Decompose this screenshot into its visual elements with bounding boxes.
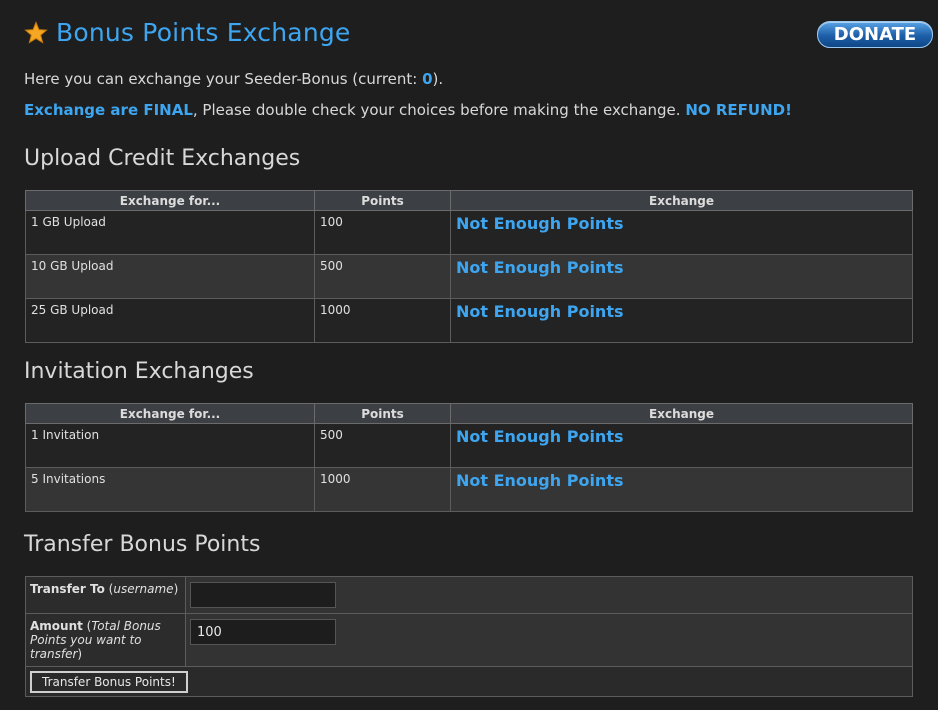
exchange-status: Not Enough Points [450,467,913,512]
column-header: Exchange for... [25,403,315,424]
upload-exchange-table: Exchange for... Points Exchange 1 GB Upl… [25,190,913,343]
invitation-exchange-table: Exchange for... Points Exchange 1 Invita… [25,403,913,512]
transfer-button[interactable]: Transfer Bonus Points! [30,671,188,693]
exchange-status: Not Enough Points [450,423,913,468]
exchange-points: 100 [314,210,451,255]
amount-label: Amount (Total Bonus Points you want to t… [25,613,186,667]
column-header: Exchange [450,190,913,211]
table-row: 1 Invitation 500 Not Enough Points [25,423,913,468]
page-header: Bonus Points Exchange [24,18,351,47]
exchange-item: 5 Invitations [25,467,315,512]
column-header: Exchange for... [25,190,315,211]
exchange-points: 1000 [314,467,451,512]
transfer-form: Transfer To (username) Amount (Total Bon… [25,576,913,697]
transfer-to-label: Transfer To (username) [25,576,186,614]
invite-section-title: Invitation Exchanges [24,359,254,384]
star-icon [24,20,48,44]
final-warning: Exchange are FINAL, Please double check … [24,101,792,119]
table-row: 1 GB Upload 100 Not Enough Points [25,210,913,255]
exchange-status: Not Enough Points [450,210,913,255]
table-row: 5 Invitations 1000 Not Enough Points [25,467,913,512]
exchange-item: 25 GB Upload [25,298,315,343]
exchange-points: 1000 [314,298,451,343]
exchange-item: 1 Invitation [25,423,315,468]
upload-section-title: Upload Credit Exchanges [24,146,301,171]
table-row: 10 GB Upload 500 Not Enough Points [25,254,913,299]
exchange-item: 10 GB Upload [25,254,315,299]
table-row: 25 GB Upload 1000 Not Enough Points [25,298,913,343]
page-title: Bonus Points Exchange [56,18,351,47]
column-header: Points [314,403,451,424]
transfer-username-input[interactable] [190,582,336,608]
current-bonus-text: Here you can exchange your Seeder-Bonus … [24,70,444,88]
amount-input[interactable]: 100 [190,619,336,645]
exchange-status: Not Enough Points [450,298,913,343]
exchange-status: Not Enough Points [450,254,913,299]
column-header: Points [314,190,451,211]
donate-button[interactable]: DONATE [817,21,933,48]
exchange-points: 500 [314,423,451,468]
column-header: Exchange [450,403,913,424]
current-points[interactable]: 0 [422,70,432,88]
transfer-section-title: Transfer Bonus Points [24,532,261,557]
exchange-item: 1 GB Upload [25,210,315,255]
exchange-points: 500 [314,254,451,299]
